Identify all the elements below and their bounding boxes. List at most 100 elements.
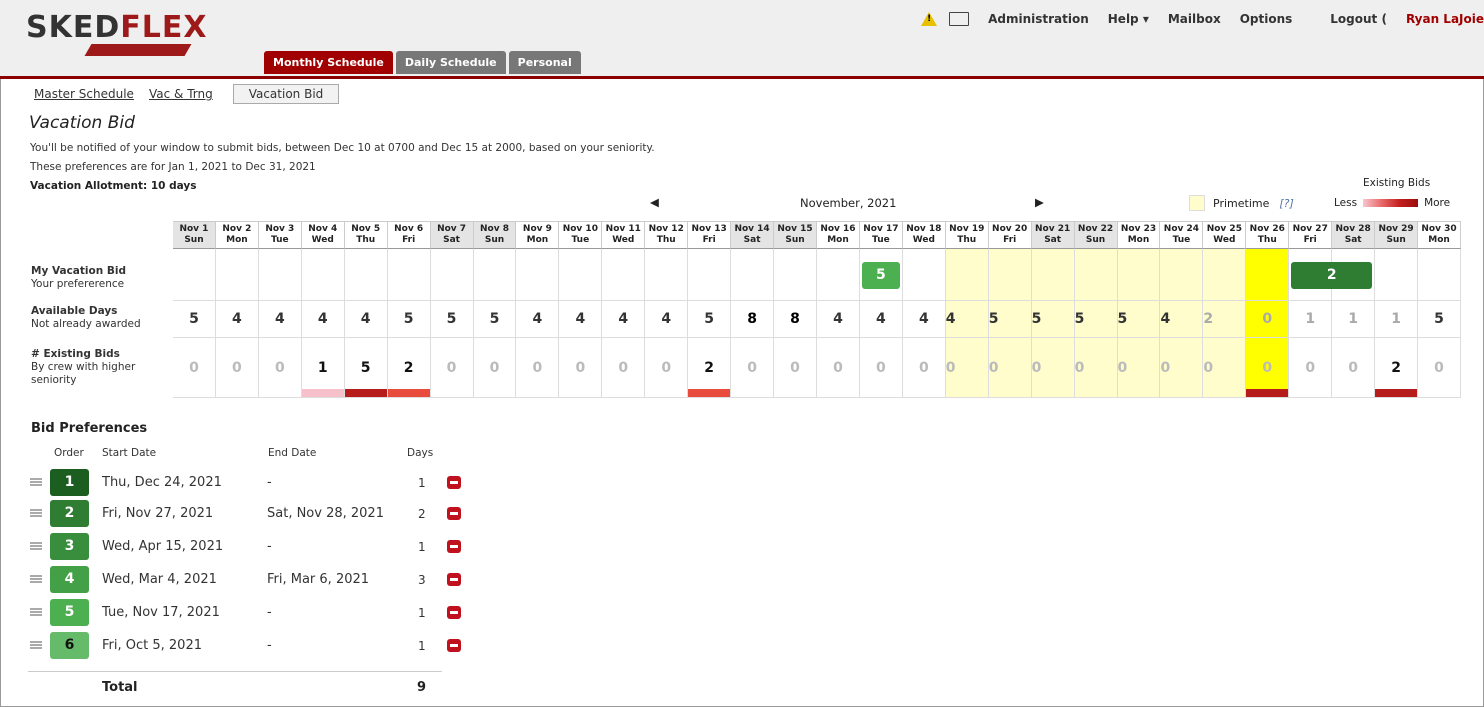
prev-month-icon[interactable]: ◀: [650, 195, 659, 209]
my-bid-cell[interactable]: [173, 249, 216, 301]
drag-handle-icon[interactable]: [30, 542, 42, 550]
day-date: Nov 28: [1332, 224, 1374, 235]
my-bid-cell[interactable]: [1418, 249, 1461, 301]
existing-bids-value: 0: [876, 360, 886, 376]
subnav-vacation-bid[interactable]: Vacation Bid: [233, 84, 339, 104]
my-bid-cell[interactable]: [259, 249, 302, 301]
existing-bids-value: 0: [447, 360, 457, 376]
subnav-vac-trng[interactable]: Vac & Trng: [149, 87, 213, 101]
my-bid-cell[interactable]: [817, 249, 860, 301]
remove-icon[interactable]: [447, 639, 461, 652]
existing-bids-heat-bar: [345, 389, 387, 397]
my-bid-cell[interactable]: [645, 249, 688, 301]
my-bid-cell[interactable]: [345, 249, 388, 301]
nav-logout[interactable]: Logout (Ryan LaJoie: [1311, 12, 1484, 26]
available-days-cell: 0: [1246, 301, 1289, 338]
my-bid-cell[interactable]: [1375, 249, 1418, 301]
my-bid-cell[interactable]: [1032, 249, 1075, 301]
my-bid-cell[interactable]: [1160, 249, 1203, 301]
primetime-swatch: [1189, 195, 1205, 211]
warning-icon[interactable]: [921, 12, 937, 26]
day-of-week: Thu: [645, 235, 687, 246]
day-of-week: Sun: [1375, 235, 1417, 246]
my-bid-cell[interactable]: [731, 249, 774, 301]
existing-bids-value: 0: [232, 360, 242, 376]
day-header: Nov 28Sat: [1332, 221, 1375, 249]
info-preferences-text: These preferences are for Jan 1, 2021 to…: [30, 161, 316, 173]
existing-bids-cell: 0: [645, 338, 688, 398]
my-bid-cell[interactable]: [302, 249, 345, 301]
day-of-week: Wed: [1203, 235, 1245, 246]
drag-handle-icon[interactable]: [30, 509, 42, 517]
monitor-icon[interactable]: [949, 12, 969, 26]
nav-options[interactable]: Options: [1240, 12, 1293, 26]
drag-handle-icon[interactable]: [30, 641, 42, 649]
my-bid-cell[interactable]: [774, 249, 817, 301]
my-bid-cell[interactable]: [1075, 249, 1118, 301]
my-bid-block[interactable]: 2: [1291, 262, 1372, 289]
tab-monthly-schedule[interactable]: Monthly Schedule: [264, 51, 393, 74]
drag-handle-icon[interactable]: [30, 478, 42, 486]
tab-daily-schedule[interactable]: Daily Schedule: [396, 51, 506, 74]
my-bid-cell[interactable]: [388, 249, 431, 301]
my-bid-cell[interactable]: [989, 249, 1032, 301]
day-header: Nov 3Tue: [259, 221, 302, 249]
my-bid-cell[interactable]: [602, 249, 645, 301]
day-date: Nov 20: [989, 224, 1031, 235]
pref-header-end: End Date: [268, 447, 316, 459]
existing-bids-value: 0: [989, 338, 999, 398]
day-header: Nov 17Tue: [860, 221, 903, 249]
my-bid-cell[interactable]: [1118, 249, 1161, 301]
tab-personal[interactable]: Personal: [509, 51, 581, 74]
my-bid-cell[interactable]: [688, 249, 731, 301]
existing-bids-cell: 0: [817, 338, 860, 398]
preference-row[interactable]: 5Tue, Nov 17, 2021-1: [28, 599, 468, 627]
preference-row[interactable]: 2Fri, Nov 27, 2021Sat, Nov 28, 20212: [28, 500, 468, 528]
existing-bids-heat-bar: [388, 389, 430, 397]
day-of-week: Thu: [1246, 235, 1288, 246]
day-of-week: Sun: [1075, 235, 1117, 246]
my-bid-cell[interactable]: [903, 249, 946, 301]
primetime-help-link[interactable]: [?]: [1279, 197, 1293, 210]
existing-bids-cell: 0: [259, 338, 302, 398]
remove-icon[interactable]: [447, 507, 461, 520]
my-bid-cell[interactable]: [431, 249, 474, 301]
my-bid-cell[interactable]: [216, 249, 259, 301]
preference-row[interactable]: 6Fri, Oct 5, 2021-1: [28, 632, 468, 660]
day-date: Nov 8: [474, 224, 516, 235]
my-bid-cell[interactable]: [559, 249, 602, 301]
next-month-icon[interactable]: ▶: [1035, 195, 1044, 209]
my-bid-cell[interactable]: [1203, 249, 1246, 301]
available-days-cell: 1: [1375, 301, 1418, 338]
nav-mailbox[interactable]: Mailbox: [1168, 12, 1221, 26]
skedflex-logo[interactable]: SKEDFLEX: [26, 10, 207, 45]
existing-bids-value: 0: [1434, 360, 1444, 376]
day-header: Nov 9Mon: [516, 221, 559, 249]
remove-icon[interactable]: [447, 476, 461, 489]
day-header: Nov 25Wed: [1203, 221, 1246, 249]
remove-icon[interactable]: [447, 540, 461, 553]
drag-handle-icon[interactable]: [30, 608, 42, 616]
preference-row[interactable]: 4Wed, Mar 4, 2021Fri, Mar 6, 20213: [28, 566, 468, 594]
day-date: Nov 1: [173, 224, 215, 235]
day-date: Nov 25: [1203, 224, 1245, 235]
remove-icon[interactable]: [447, 573, 461, 586]
my-bid-cell[interactable]: [516, 249, 559, 301]
nav-administration[interactable]: Administration: [988, 12, 1089, 26]
days-count: 1: [418, 476, 426, 490]
my-bid-cell[interactable]: [474, 249, 517, 301]
my-bid-cell[interactable]: [946, 249, 989, 301]
existing-bids-value: 0: [1160, 338, 1170, 398]
nav-help[interactable]: Help ▾: [1108, 12, 1149, 26]
drag-handle-icon[interactable]: [30, 575, 42, 583]
my-bid-block[interactable]: 5: [862, 262, 900, 289]
remove-icon[interactable]: [447, 606, 461, 619]
preference-row[interactable]: 3Wed, Apr 15, 2021-1: [28, 533, 468, 561]
subnav-master-schedule[interactable]: Master Schedule: [34, 87, 134, 101]
existing-bids-cell: 0: [860, 338, 903, 398]
row-title-my-bid: My Vacation Bid: [31, 265, 126, 278]
preference-row[interactable]: 1Thu, Dec 24, 2021-1: [28, 469, 468, 497]
end-date: -: [267, 539, 272, 554]
my-bid-cell[interactable]: [1246, 249, 1289, 301]
available-days-cell: 2: [1203, 301, 1246, 338]
